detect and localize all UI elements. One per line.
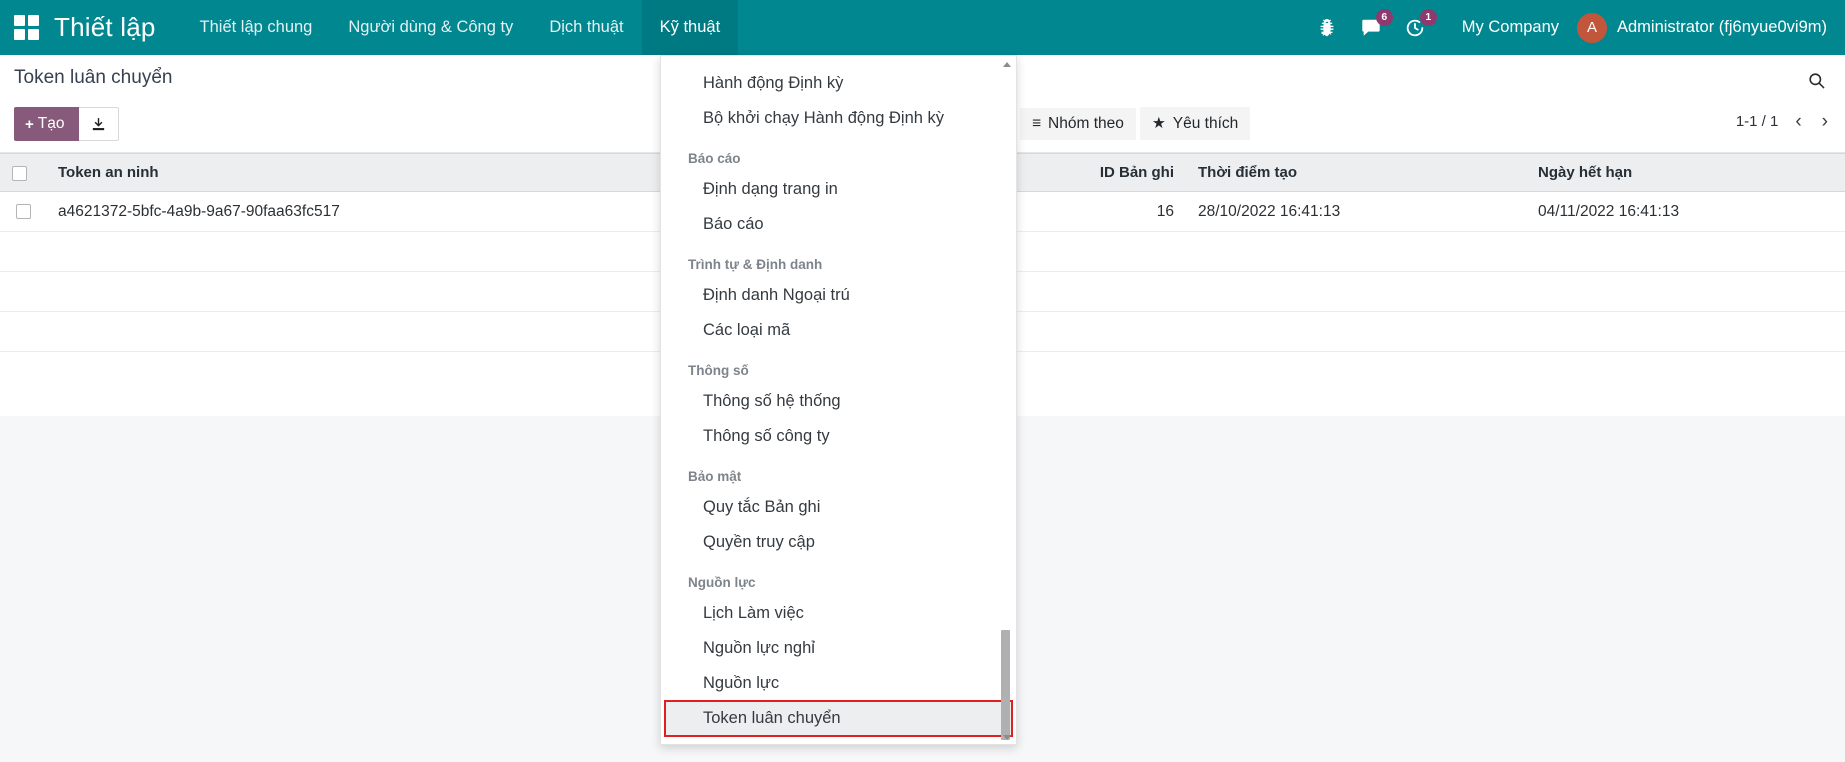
dropdown-menu-item[interactable]: Nguồn lực [661, 666, 1016, 701]
pager-previous-icon[interactable]: ‹ [1792, 112, 1804, 131]
dropdown-section-header: Nguồn lực [661, 560, 1016, 596]
import-download-icon[interactable] [79, 107, 119, 141]
create-button[interactable]: + Tạo [14, 107, 79, 141]
search-icon[interactable] [1801, 65, 1831, 95]
row-checkbox[interactable] [16, 204, 31, 219]
nav-menu-ky-thuat[interactable]: Kỹ thuật [642, 0, 739, 55]
favorites-label: Yêu thích [1173, 115, 1239, 133]
column-header-record-id[interactable]: ID Bản ghi [1046, 154, 1186, 192]
group-by-button[interactable]: ≡ Nhóm theo [1020, 108, 1136, 140]
dropdown-section-header: Thông số [661, 348, 1016, 384]
page-title: Token luân chuyển [14, 67, 172, 89]
scroll-up-arrow-icon[interactable] [1003, 62, 1011, 67]
pager-next-icon[interactable]: › [1819, 112, 1831, 131]
select-all-header [0, 154, 46, 192]
navbar-system-icons: 6 1 [1316, 17, 1426, 39]
bug-icon[interactable] [1316, 17, 1338, 39]
pager-count: 1-1 / 1 [1736, 113, 1779, 130]
dropdown-scroll-area[interactable]: Hành động Định kỳBộ khởi chạy Hành động … [661, 56, 1016, 744]
apps-grid-icon[interactable] [14, 15, 40, 41]
dropdown-menu-item[interactable]: Lịch Làm việc [661, 596, 1016, 631]
cell-record-id: 16 [1046, 192, 1186, 232]
avatar: A [1577, 13, 1607, 43]
plus-icon: + [25, 116, 34, 133]
messages-icon[interactable]: 6 [1360, 17, 1382, 39]
user-menu[interactable]: A Administrator (fj6nyue0vi9m) [1577, 13, 1845, 43]
cell-created: 28/10/2022 16:41:13 [1186, 192, 1526, 232]
user-name-label: Administrator (fj6nyue0vi9m) [1617, 18, 1827, 37]
dropdown-section-header: Báo cáo [661, 136, 1016, 172]
column-header-expiry[interactable]: Ngày hết hạn [1526, 154, 1845, 192]
dropdown-scrollbar[interactable] [1001, 60, 1014, 742]
group-by-icon: ≡ [1032, 115, 1041, 133]
cell-expiry: 04/11/2022 16:41:13 [1526, 192, 1845, 232]
dropdown-menu-item[interactable]: Hành động Định kỳ [661, 66, 1016, 101]
group-by-label: Nhóm theo [1048, 115, 1124, 133]
pager: 1-1 / 1 ‹ › [1736, 112, 1831, 131]
dropdown-menu-item[interactable]: Thông số hệ thống [661, 384, 1016, 419]
dropdown-section-header: Bảo mật [661, 454, 1016, 490]
column-header-created[interactable]: Thời điểm tạo [1186, 154, 1526, 192]
odoo-settings-window: Thiết lập Thiết lập chung Người dùng & C… [0, 0, 1845, 762]
nav-menu-nguoi-dung-cong-ty[interactable]: Người dùng & Công ty [330, 0, 531, 55]
activities-clock-icon[interactable]: 1 [1404, 17, 1426, 39]
scroll-down-arrow-icon[interactable] [1003, 735, 1011, 740]
dropdown-menu-item[interactable]: Quy tắc Bản ghi [661, 490, 1016, 525]
select-all-checkbox[interactable] [12, 166, 27, 181]
dropdown-section-header: Trình tự & Định danh [661, 242, 1016, 278]
scrollbar-thumb[interactable] [1001, 630, 1010, 740]
row-select-cell [0, 192, 46, 232]
ky-thuat-dropdown-menu: Hành động Định kỳBộ khởi chạy Hành động … [660, 55, 1017, 745]
company-switcher[interactable]: My Company [1444, 0, 1577, 55]
dropdown-menu-item[interactable]: Bộ khởi chạy Hành động Định kỳ [661, 101, 1016, 136]
top-navbar: Thiết lập Thiết lập chung Người dùng & C… [0, 0, 1845, 55]
nav-menu-thiet-lap-chung[interactable]: Thiết lập chung [182, 0, 331, 55]
dropdown-menu-item[interactable]: Quyền truy cập [661, 525, 1016, 560]
dropdown-menu-item[interactable]: Định dạng trang in [661, 172, 1016, 207]
create-button-label: Tạo [38, 115, 65, 133]
dropdown-menu-item[interactable]: Định danh Ngoại trú [661, 278, 1016, 313]
activities-badge: 1 [1420, 9, 1437, 26]
dropdown-menu-item[interactable]: Các loại mã [661, 313, 1016, 348]
favorites-button[interactable]: ★ Yêu thích [1140, 107, 1250, 140]
app-brand-title[interactable]: Thiết lập [50, 0, 182, 55]
messages-badge: 6 [1376, 9, 1393, 26]
dropdown-menu-item[interactable]: Báo cáo [661, 207, 1016, 242]
favorites-star-icon: ★ [1152, 114, 1166, 133]
filter-controls: ≡ Nhóm theo ★ Yêu thích [1020, 107, 1250, 140]
nav-menu-dich-thuat[interactable]: Dịch thuật [531, 0, 641, 55]
dropdown-menu-item[interactable]: Token luân chuyển [665, 701, 1012, 736]
dropdown-menu-item[interactable]: Thông số công ty [661, 419, 1016, 454]
dropdown-menu-item[interactable]: Nguồn lực nghỉ [661, 631, 1016, 666]
